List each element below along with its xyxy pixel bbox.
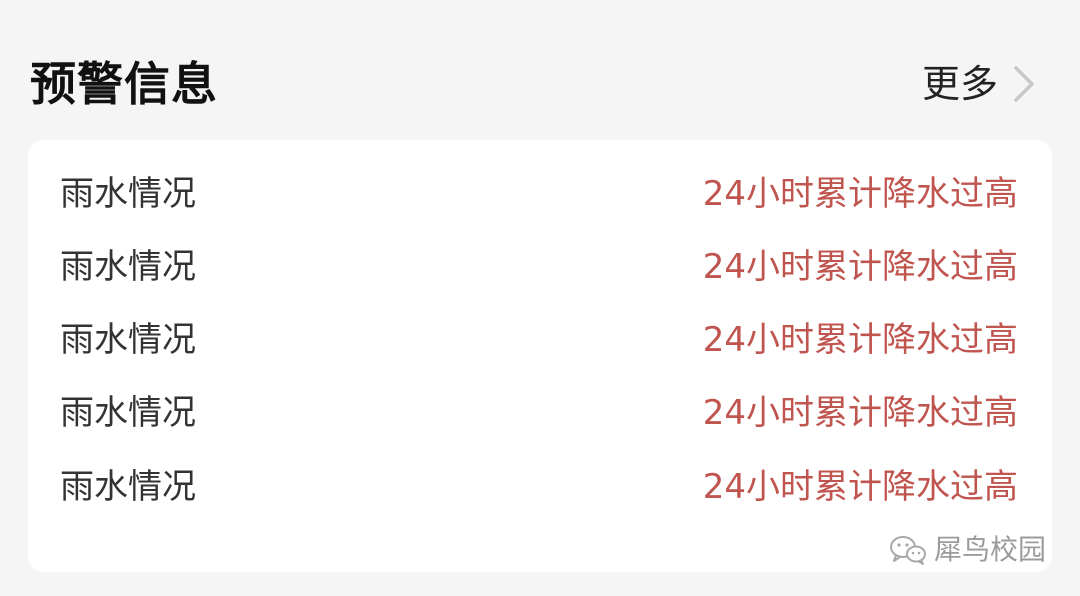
alert-row[interactable]: 雨水情况 24小时累计降水过高: [28, 231, 1052, 303]
alert-label: 雨水情况: [60, 174, 196, 214]
watermark-text: 犀鸟校园: [933, 533, 1046, 566]
alert-value: 24小时累计降水过高: [702, 393, 1018, 433]
section-header: 预警信息 更多: [0, 0, 1080, 140]
alert-row[interactable]: 雨水情况 24小时累计降水过高: [28, 377, 1052, 449]
alert-label: 雨水情况: [60, 393, 196, 433]
wechat-icon: [888, 533, 928, 567]
alert-label: 雨水情况: [60, 467, 196, 507]
chevron-right-icon: [1006, 56, 1040, 112]
section-title: 预警信息: [30, 57, 218, 111]
alert-value: 24小时累计降水过高: [702, 320, 1018, 360]
watermark: 犀鸟校园: [888, 528, 1046, 572]
alert-list-card: 雨水情况 24小时累计降水过高 雨水情况 24小时累计降水过高 雨水情况 24小…: [28, 140, 1052, 572]
alert-label: 雨水情况: [60, 247, 196, 287]
more-link[interactable]: 更多: [922, 56, 1040, 112]
alert-label: 雨水情况: [60, 320, 196, 360]
alert-value: 24小时累计降水过高: [702, 247, 1018, 287]
alert-row[interactable]: 雨水情况 24小时累计降水过高: [28, 158, 1052, 230]
alert-value: 24小时累计降水过高: [702, 467, 1018, 507]
alert-row[interactable]: 雨水情况 24小时累计降水过高: [28, 304, 1052, 376]
alert-value: 24小时累计降水过高: [702, 174, 1018, 214]
more-label: 更多: [921, 62, 998, 106]
alert-row[interactable]: 雨水情况 24小时累计降水过高: [28, 451, 1052, 523]
